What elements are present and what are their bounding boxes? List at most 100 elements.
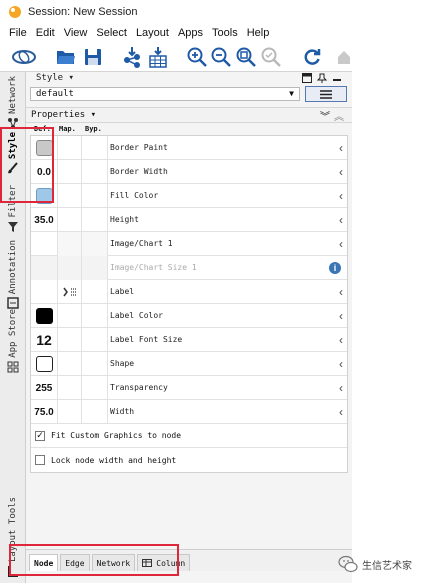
property-row-transparency[interactable]: 255 Transparency ‹ (31, 376, 347, 400)
default-value-cell[interactable]: 75.0 (31, 400, 58, 424)
menu-layout[interactable]: Layout (136, 27, 169, 39)
bypass-cell[interactable] (82, 352, 108, 376)
chevron-left-icon[interactable]: ‹ (339, 376, 343, 400)
zoom-fit-button[interactable] (235, 46, 257, 68)
zoom-in-button[interactable] (186, 46, 208, 68)
default-value-cell[interactable] (31, 136, 58, 160)
default-value-cell[interactable] (31, 304, 58, 328)
menu-select[interactable]: Select (96, 27, 127, 39)
style-header-label[interactable]: Style ▾ (36, 73, 74, 83)
property-row-label-font-size[interactable]: 12 Label Font Size ‹ (31, 328, 347, 352)
option-lock-node-size[interactable]: Lock node width and height (31, 448, 347, 472)
mapping-cell[interactable] (58, 280, 82, 304)
chevron-left-icon[interactable]: ‹ (339, 232, 343, 256)
collapse-all-icon[interactable]: ︽ (334, 108, 344, 123)
menu-apps[interactable]: Apps (178, 27, 203, 39)
zoom-out-button[interactable] (210, 46, 232, 68)
zoom-selected-button[interactable] (260, 46, 282, 68)
properties-dropdown[interactable]: Properties ▾ (31, 110, 96, 120)
chevron-left-icon[interactable]: ‹ (339, 136, 343, 160)
import-table-button[interactable] (147, 46, 169, 68)
tab-filter[interactable]: Filter (3, 185, 23, 233)
mapping-cell[interactable] (58, 232, 82, 256)
menu-edit[interactable]: Edit (36, 27, 55, 39)
bypass-cell[interactable] (82, 280, 108, 304)
zoom-out-icon (211, 47, 231, 67)
bypass-cell[interactable] (82, 304, 108, 328)
mapping-cell[interactable] (58, 208, 82, 232)
property-row-label-color[interactable]: Label Color ‹ (31, 304, 347, 328)
tab-annotation[interactable]: Annotation (3, 240, 23, 309)
lock-size-checkbox[interactable] (35, 455, 45, 465)
tab-node[interactable]: Node (29, 554, 59, 571)
new-session-button[interactable] (10, 46, 38, 68)
style-select[interactable]: default ▼ (30, 87, 300, 101)
mapping-cell[interactable] (58, 136, 82, 160)
chevron-left-icon[interactable]: ‹ (339, 184, 343, 208)
tab-network-style[interactable]: Network (91, 554, 136, 571)
menu-help[interactable]: Help (247, 27, 270, 39)
mapping-cell[interactable] (58, 328, 82, 352)
mapping-cell[interactable] (58, 304, 82, 328)
default-value-cell[interactable]: 12 (31, 328, 58, 352)
bypass-cell[interactable] (82, 208, 108, 232)
fit-graphics-checkbox[interactable]: ✓ (35, 430, 45, 441)
property-row-shape[interactable]: Shape ‹ (31, 352, 347, 376)
chevron-left-icon[interactable]: ‹ (339, 352, 343, 376)
property-row-label[interactable]: Label ‹ (31, 280, 347, 304)
expand-all-icon[interactable]: ︾ (320, 108, 330, 123)
default-value-cell[interactable]: 35.0 (31, 208, 58, 232)
bypass-cell[interactable] (82, 400, 108, 424)
default-value-cell[interactable]: 255 (31, 376, 58, 400)
tab-column[interactable]: Column (137, 554, 191, 571)
bypass-cell[interactable] (82, 136, 108, 160)
property-row-border-width[interactable]: 0.0 Border Width ‹ (31, 160, 347, 184)
menu-tools[interactable]: Tools (212, 27, 238, 39)
mapping-cell[interactable] (58, 160, 82, 184)
bypass-cell[interactable] (82, 160, 108, 184)
float-window-icon[interactable] (302, 73, 312, 83)
property-name: Image/Chart Size 1 (110, 263, 197, 272)
mapping-cell[interactable] (58, 352, 82, 376)
info-icon[interactable]: i (329, 262, 341, 274)
style-options-menu-button[interactable] (305, 86, 347, 102)
default-value-cell[interactable] (31, 280, 58, 304)
home-button[interactable] (336, 46, 352, 68)
bypass-cell[interactable] (82, 184, 108, 208)
tab-edge[interactable]: Edge (60, 554, 90, 571)
mapping-cell[interactable] (58, 400, 82, 424)
chevron-left-icon[interactable]: ‹ (339, 208, 343, 232)
property-row-border-paint[interactable]: Border Paint ‹ (31, 136, 347, 160)
option-fit-custom-graphics[interactable]: ✓ Fit Custom Graphics to node (31, 424, 347, 448)
bypass-cell[interactable] (82, 376, 108, 400)
tab-style[interactable]: Style (3, 132, 23, 174)
import-network-button[interactable] (121, 46, 143, 68)
save-button[interactable] (82, 46, 104, 68)
default-value-cell[interactable] (31, 232, 58, 256)
chevron-left-icon[interactable]: ‹ (339, 328, 343, 352)
default-value-cell[interactable] (31, 184, 58, 208)
bypass-cell[interactable] (82, 328, 108, 352)
chevron-left-icon[interactable]: ‹ (339, 304, 343, 328)
pin-icon[interactable] (317, 73, 327, 83)
default-value-cell[interactable]: 0.0 (31, 160, 58, 184)
property-row-width[interactable]: 75.0 Width ‹ (31, 400, 347, 424)
chevron-left-icon[interactable]: ‹ (339, 280, 343, 304)
tab-layout-tools[interactable]: Layout Tools (3, 497, 23, 578)
chevron-left-icon[interactable]: ‹ (339, 160, 343, 184)
refresh-button[interactable] (301, 46, 323, 68)
minimize-icon[interactable] (332, 73, 342, 83)
default-value-cell[interactable] (31, 352, 58, 376)
property-row-height[interactable]: 35.0 Height ‹ (31, 208, 347, 232)
mapping-cell[interactable] (58, 376, 82, 400)
open-button[interactable] (55, 46, 77, 68)
tab-app-store[interactable]: App Store (3, 309, 23, 373)
menu-file[interactable]: File (9, 27, 27, 39)
property-row-image-chart-1[interactable]: Image/Chart 1 ‹ (31, 232, 347, 256)
chevron-left-icon[interactable]: ‹ (339, 400, 343, 424)
bypass-cell[interactable] (82, 232, 108, 256)
property-row-fill-color[interactable]: Fill Color ‹ (31, 184, 347, 208)
menu-view[interactable]: View (64, 27, 88, 39)
tab-network[interactable]: Network (3, 76, 23, 129)
mapping-cell[interactable] (58, 184, 82, 208)
